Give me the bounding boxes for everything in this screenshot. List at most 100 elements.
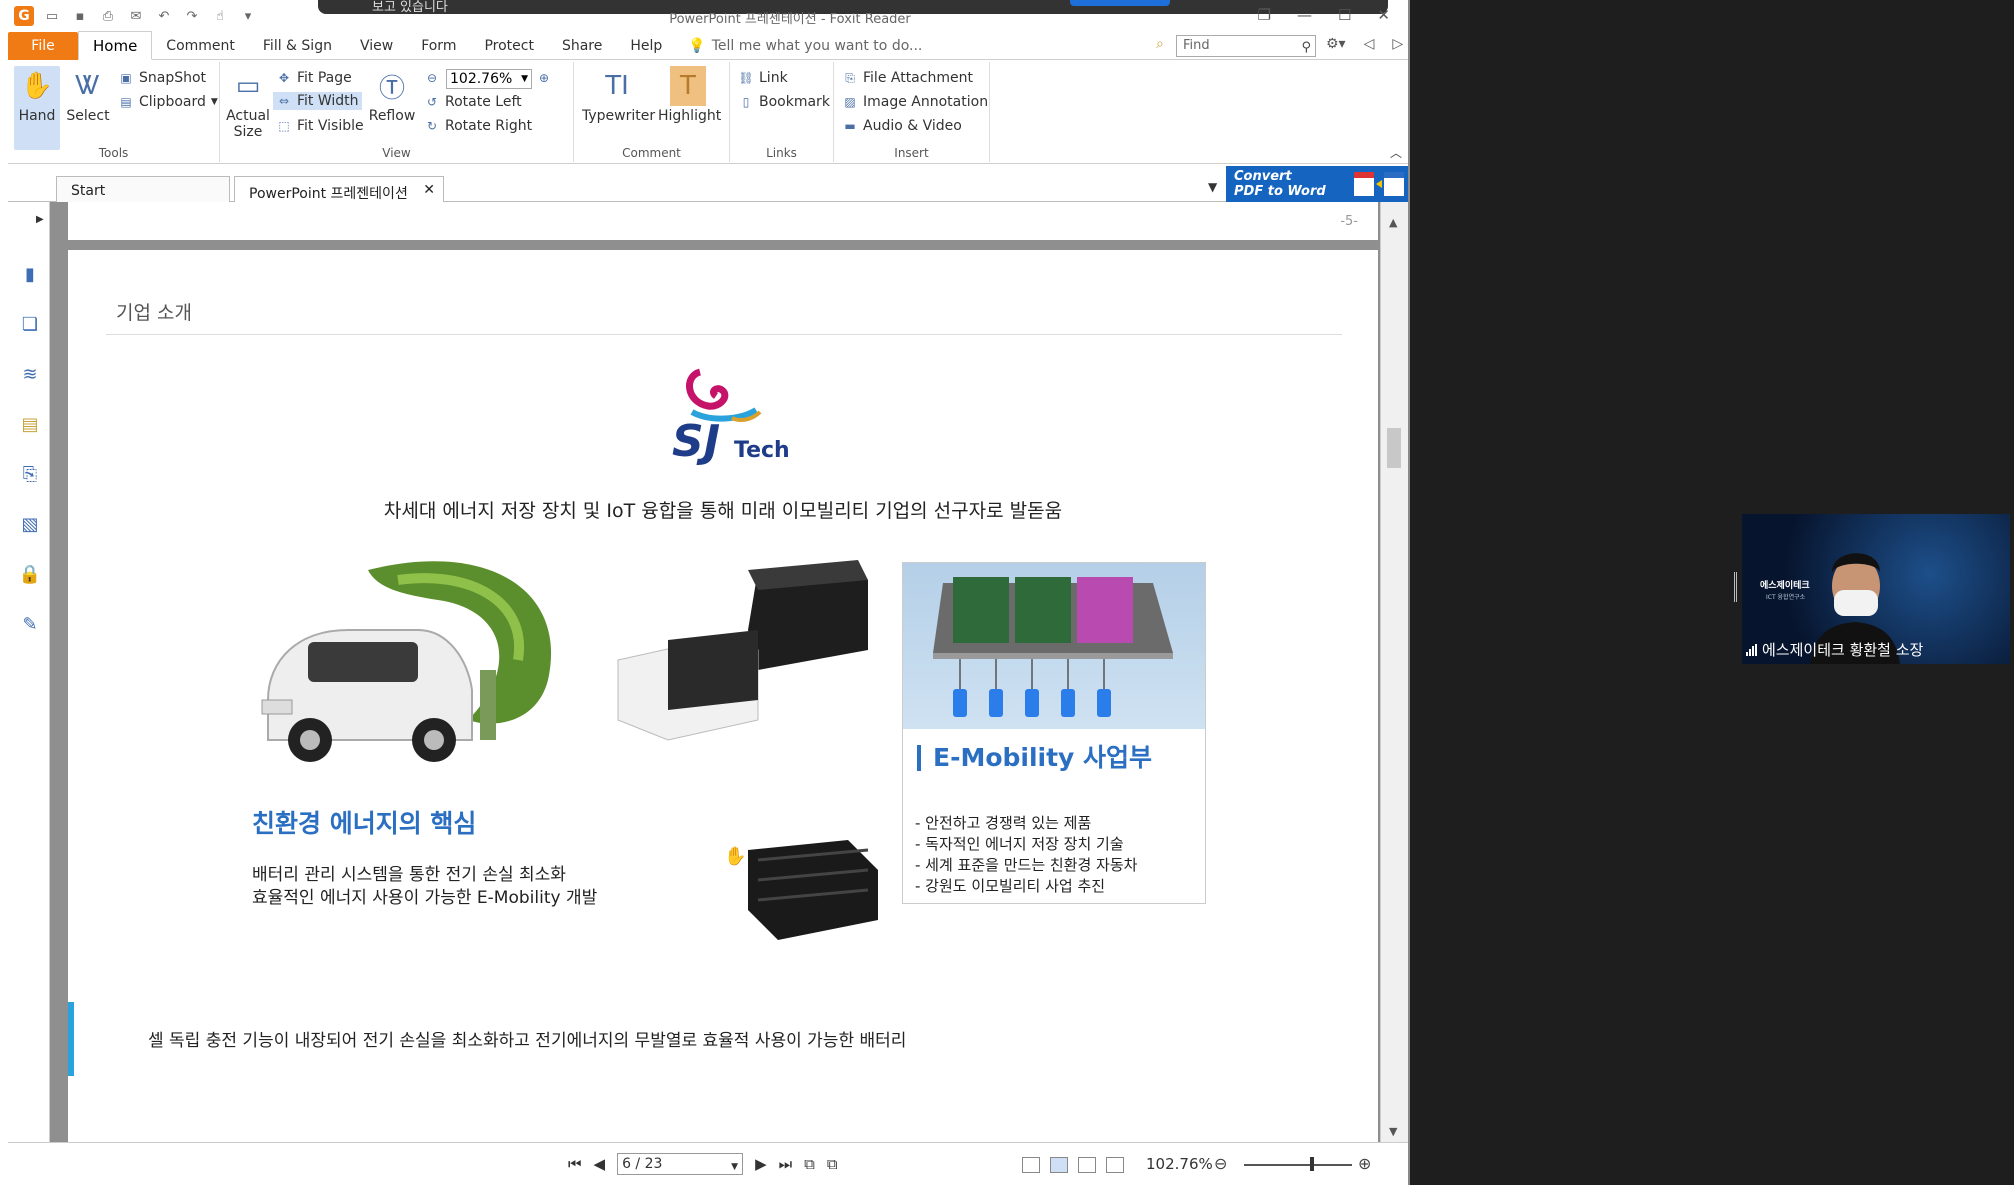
signatures-panel-icon[interactable]: ▧ <box>18 512 42 536</box>
find-next-icon[interactable]: ▷ <box>1392 36 1403 52</box>
document-view[interactable]: -5- 기업 소개 SJ Tech 차세대 에너지 저장 장치 및 IoT 융합… <box>50 202 1380 1142</box>
zoom-in-button[interactable]: ⊕ <box>536 70 552 86</box>
last-page-icon[interactable]: ⏭ <box>779 1155 793 1173</box>
tab-start[interactable]: Start <box>56 176 230 202</box>
file-attachment-button[interactable]: ⎘ File Attachment <box>842 70 973 86</box>
undo-icon[interactable]: ↶ <box>154 6 174 26</box>
zoom-out-status-icon[interactable]: ⊖ <box>1214 1154 1227 1173</box>
tab-home[interactable]: Home <box>78 31 153 60</box>
audio-video-button[interactable]: ▬ Audio & Video <box>842 118 962 134</box>
next-view-icon[interactable]: ⧉ <box>827 1155 838 1173</box>
zoom-slider[interactable] <box>1244 1164 1352 1166</box>
layers-panel-icon[interactable]: ≋ <box>18 362 42 386</box>
close-tab-icon[interactable]: ✕ <box>423 182 435 198</box>
logo-tech-text: Tech <box>734 438 790 463</box>
security-lock-icon[interactable]: 🔒 <box>18 562 42 586</box>
hand-tool-qat-icon[interactable]: ☝ <box>210 6 230 26</box>
image-annotation-button[interactable]: ▨ Image Annotation <box>842 94 988 110</box>
fit-visible-button[interactable]: ⬚ Fit Visible <box>276 118 363 134</box>
select-button[interactable]: Ꮤ Select <box>64 66 112 125</box>
tab-presentation-label: PowerPoint 프레젠테이션 <box>249 186 408 202</box>
chevron-down-icon[interactable]: ▼ <box>521 70 528 88</box>
eco-energy-line2: 효율적인 에너지 사용이 가능한 E-Mobility 개발 <box>252 888 598 908</box>
facing-view-icon[interactable] <box>1078 1157 1096 1173</box>
continuous-view-icon[interactable] <box>1050 1157 1068 1173</box>
pages-panel-icon[interactable]: ❏ <box>18 312 42 336</box>
foxit-logo-icon[interactable]: G <box>14 6 34 26</box>
minimize-icon[interactable]: — <box>1297 6 1312 24</box>
hand-button[interactable]: ✋ Hand <box>14 66 60 150</box>
tab-form[interactable]: Form <box>407 32 470 60</box>
file-menu[interactable]: File <box>8 31 78 60</box>
clipboard-button[interactable]: ▤ Clipboard ▼ <box>118 94 217 110</box>
fit-page-button[interactable]: ✥ Fit Page <box>276 70 352 86</box>
bookmark-button[interactable]: ▯ Bookmark <box>738 94 830 110</box>
single-page-view-icon[interactable] <box>1022 1157 1040 1173</box>
actual-size-button[interactable]: ▭ Actual Size <box>224 66 272 140</box>
rotate-right-button[interactable]: ↻ Rotate Right <box>424 118 532 134</box>
tab-help[interactable]: Help <box>616 32 676 60</box>
highlight-button[interactable]: T Highlight <box>658 66 721 124</box>
find-input[interactable]: Find ⚲ <box>1176 35 1316 57</box>
find-folder-icon[interactable]: ⌕ <box>1156 36 1164 52</box>
collapse-ribbon-icon[interactable]: ︿ <box>1390 144 1402 161</box>
hand-icon: ✋ <box>20 71 54 101</box>
redo-icon[interactable]: ↷ <box>182 6 202 26</box>
reflow-button[interactable]: Ⓣ Reflow <box>368 66 416 125</box>
tab-share[interactable]: Share <box>548 32 616 60</box>
search-icon[interactable]: ⚲ <box>1301 38 1311 58</box>
image-annotation-label: Image Annotation <box>863 94 989 110</box>
fit-width-button[interactable]: ⇔ Fit Width <box>273 92 362 110</box>
snapshot-button[interactable]: ▣ SnapShot <box>118 70 206 86</box>
panel-resize-handle[interactable] <box>1734 572 1737 602</box>
restore-icon[interactable]: ❐ <box>1258 6 1271 24</box>
continuous-facing-view-icon[interactable] <box>1106 1157 1124 1173</box>
vertical-scrollbar[interactable]: ▲ ▼ <box>1380 202 1408 1142</box>
close-icon[interactable]: ✕ <box>1377 6 1390 24</box>
chevron-down-icon[interactable]: ▼ <box>731 1157 738 1177</box>
first-page-icon[interactable]: ⏮ <box>568 1155 582 1173</box>
email-icon[interactable]: ✉ <box>126 6 146 26</box>
comments-panel-icon[interactable]: ▤ <box>18 412 42 436</box>
battery-description: 셀 독립 충전 기능이 내장되어 전기 손실을 최소화하고 전기에너지의 무발열… <box>148 1031 907 1051</box>
expand-panel-icon[interactable]: ▶ <box>36 214 44 225</box>
tell-me-search[interactable]: 💡 Tell me what you want to do... <box>688 38 922 54</box>
tab-protect[interactable]: Protect <box>470 32 548 60</box>
scroll-up-icon[interactable]: ▲ <box>1389 216 1397 229</box>
select-text-icon: Ꮤ <box>75 70 101 101</box>
scrollbar-thumb[interactable] <box>1387 428 1401 468</box>
next-page-icon[interactable]: ▶ <box>755 1155 767 1173</box>
zoom-in-status-icon[interactable]: ⊕ <box>1358 1154 1371 1173</box>
notification-button[interactable] <box>1070 0 1170 6</box>
save-icon[interactable]: ▪ <box>70 6 90 26</box>
digital-signature-icon[interactable]: ✎ <box>18 612 42 636</box>
previous-view-icon[interactable]: ⧉ <box>804 1155 815 1173</box>
scroll-down-icon[interactable]: ▼ <box>1389 1125 1397 1138</box>
tab-presentation[interactable]: PowerPoint 프레젠테이션 ✕ <box>234 176 444 202</box>
hand-cursor-icon: ✋ <box>724 846 747 867</box>
typewriter-button[interactable]: TI Typewriter <box>582 66 655 124</box>
zoom-slider-handle[interactable] <box>1310 1157 1314 1171</box>
tab-comment[interactable]: Comment <box>152 32 249 60</box>
status-zoom-value[interactable]: 102.76% <box>1146 1155 1213 1173</box>
customize-qat-icon[interactable]: ▾ <box>238 6 258 26</box>
previous-page-icon[interactable]: ◀ <box>594 1155 606 1173</box>
page-number-input[interactable]: 6 / 23 ▼ <box>617 1153 744 1177</box>
zoom-input[interactable]: 102.76% ▼ <box>446 69 532 89</box>
title-bar: G ▭ ▪ ⎙ ✉ ↶ ↷ ☝ ▾ 보고 있습니다 PowerPoint 프레젠… <box>0 0 1408 32</box>
settings-icon[interactable]: ⚙▾ <box>1326 36 1346 52</box>
find-prev-icon[interactable]: ◁ <box>1364 36 1375 52</box>
maximize-icon[interactable]: ☐ <box>1338 6 1351 24</box>
attachments-panel-icon[interactable]: ⎘ <box>18 462 42 486</box>
tab-view[interactable]: View <box>346 32 407 60</box>
zoom-out-button[interactable]: ⊖ <box>424 70 440 86</box>
rotate-left-button[interactable]: ↺ Rotate Left <box>424 94 522 110</box>
print-icon[interactable]: ⎙ <box>98 6 118 26</box>
convert-pdf-to-word-button[interactable]: Convert PDF to Word <box>1226 166 1408 202</box>
participant-video-tile[interactable]: 에스제이테크 ICT 융합연구소 에스제이테크 황환철 소장 <box>1742 514 2010 664</box>
link-button[interactable]: ⛓ Link <box>738 70 787 86</box>
open-folder-icon[interactable]: ▭ <box>42 6 62 26</box>
tab-fill-sign[interactable]: Fill & Sign <box>249 32 346 60</box>
tab-list-dropdown-icon[interactable]: ▼ <box>1208 180 1217 194</box>
bookmark-panel-icon[interactable]: ▮ <box>18 262 42 286</box>
